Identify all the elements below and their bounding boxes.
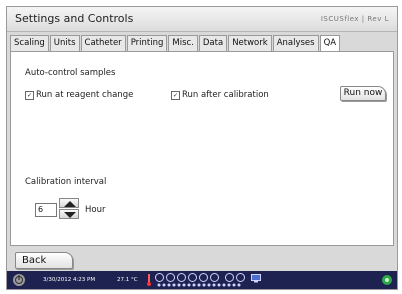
tab-units[interactable]: Units [49, 35, 80, 51]
tab-printing[interactable]: Printing [126, 35, 168, 51]
app-window: Settings and Controls ISCUSflex | Rev L … [6, 6, 398, 290]
status-bar: 3/30/2012 4:23 PM 27.1 °C [7, 271, 397, 289]
vial-dots-row [157, 283, 241, 287]
tab-qa[interactable]: QA [319, 35, 341, 52]
after-calibration-checkbox[interactable]: ✓ [171, 91, 180, 100]
tab-analyses[interactable]: Analyses [272, 35, 319, 51]
calibration-interval-label: Calibration interval [25, 177, 107, 187]
tab-network[interactable]: Network [228, 35, 272, 51]
power-icon[interactable] [12, 273, 26, 287]
bottom-bar: Back [7, 249, 397, 271]
qa-settings-panel: Auto-control samples ✓ Run at reagent ch… [10, 51, 394, 246]
arrow-down-icon [64, 212, 76, 218]
status-temperature: 27.1 °C [117, 277, 138, 283]
back-button[interactable]: Back [15, 252, 73, 269]
title-bar: Settings and Controls ISCUSflex | Rev L [7, 7, 397, 32]
monitor-icon [251, 274, 261, 283]
screen: Settings and Controls ISCUSflex | Rev L … [0, 0, 402, 294]
reagent-change-checkbox[interactable]: ✓ [25, 91, 34, 100]
after-calibration-label: Run after calibration [182, 90, 269, 100]
interval-increase-button[interactable] [59, 198, 79, 208]
status-datetime: 3/30/2012 4:23 PM [43, 277, 96, 283]
window-title: Settings and Controls [15, 12, 134, 25]
tab-data[interactable]: Data [198, 35, 228, 51]
thermometer-icon [147, 274, 151, 286]
tab-bar: Scaling Units Catheter Printing Misc. Da… [10, 35, 341, 52]
interval-unit-label: Hour [85, 205, 106, 215]
run-now-button[interactable]: Run now [340, 86, 386, 101]
tab-scaling[interactable]: Scaling [10, 35, 49, 51]
interval-decrease-button[interactable] [59, 209, 79, 219]
reagent-change-label: Run at reagent change [36, 90, 134, 100]
calibration-interval-input[interactable]: 6 [35, 203, 57, 217]
auto-control-section-label: Auto-control samples [25, 68, 116, 78]
network-icon [382, 275, 392, 285]
tab-misc[interactable]: Misc. [168, 35, 198, 51]
brand-logo: ISCUSflex | Rev L [320, 15, 389, 23]
arrow-up-icon [64, 201, 76, 207]
tab-catheter[interactable]: Catheter [80, 35, 126, 51]
